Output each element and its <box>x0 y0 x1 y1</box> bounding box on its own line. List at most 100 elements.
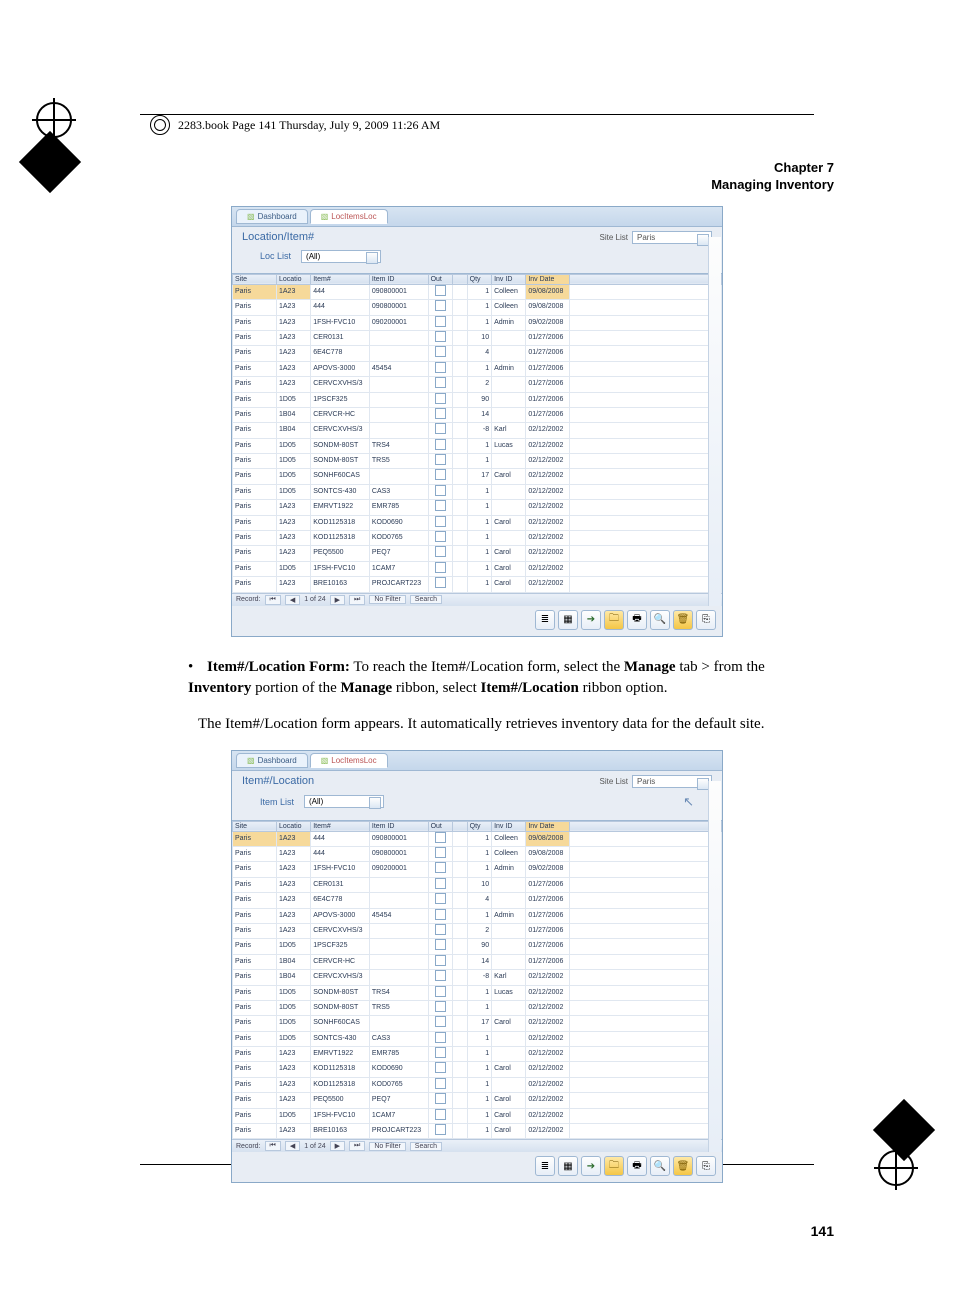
scrollbar[interactable] <box>708 237 721 606</box>
tb-preview-icon[interactable]: 🔍 <box>650 1156 670 1176</box>
table-row[interactable]: Paris1D05SONDM-80STTRS5102/12/2002 <box>233 454 722 469</box>
table-row[interactable]: Paris1D05SONTCS-430CAS3102/12/2002 <box>233 1031 722 1046</box>
chapter-title: Managing Inventory <box>120 177 834 194</box>
table-row[interactable]: Paris1A23CER01311001/27/2006 <box>233 877 722 892</box>
table-row[interactable]: Paris1A23BRE10163PROJCART2231Carol02/12/… <box>233 1124 722 1139</box>
table-row[interactable]: Paris1D05SONDM-80STTRS41Lucas02/12/2002 <box>233 985 722 1000</box>
bullet-item: Item#/Location Form: To reach the Item#/… <box>188 657 774 699</box>
item-list-dropdown[interactable]: (All) <box>304 795 384 808</box>
table-row[interactable]: Paris1A23KOD1125318KOD06901Carol02/12/20… <box>233 515 722 530</box>
table-row[interactable]: Paris1A23APOVS-3000454541Admin01/27/2006 <box>233 361 722 376</box>
screenshot-location-item: ▧Dashboard ▧LocItemsLoc Location/Item# S… <box>231 206 723 637</box>
tb-grid-icon[interactable]: ▦ <box>558 610 578 630</box>
table-row[interactable]: Paris1A23APOVS-3000454541Admin01/27/2006 <box>233 908 722 923</box>
table-row[interactable]: Paris1A23CER01311001/27/2006 <box>233 330 722 345</box>
filter-button[interactable]: No Filter <box>369 1142 405 1151</box>
table-row[interactable]: Paris1A23EMRVT1922EMR785102/12/2002 <box>233 500 722 515</box>
nav-first[interactable]: ⏮ <box>265 1141 281 1151</box>
table-row[interactable]: Paris1D05SONTCS-430CAS3102/12/2002 <box>233 484 722 499</box>
table-row[interactable]: Paris1A23CERVCXVHS/3201/27/2006 <box>233 377 722 392</box>
tab-locitemsloc[interactable]: ▧LocItemsLoc <box>310 209 388 224</box>
table-row[interactable]: Paris1B04CERVCR-HC1401/27/2006 <box>233 407 722 422</box>
nav-last[interactable]: ⏭ <box>349 595 365 605</box>
tb-exit-icon[interactable]: ⎘ <box>696 1156 716 1176</box>
table-row[interactable]: Paris1A23EMRVT1922EMR785102/12/2002 <box>233 1047 722 1062</box>
col-itemid: Item ID <box>369 821 428 831</box>
record-label: Record: <box>236 1143 261 1150</box>
scrollbar[interactable] <box>708 781 721 1153</box>
tb-exit-icon[interactable]: ⎘ <box>696 610 716 630</box>
table-row[interactable]: Paris1D05SONDM-80STTRS41Lucas02/12/2002 <box>233 438 722 453</box>
col-sort <box>453 274 468 284</box>
table-row[interactable]: Paris1A236E4C778401/27/2006 <box>233 893 722 908</box>
tb-preview-icon[interactable]: 🔍 <box>650 610 670 630</box>
col-site: Site <box>233 274 277 284</box>
filter-button[interactable]: No Filter <box>369 595 405 604</box>
table-row[interactable]: Paris1A23KOD1125318KOD06901Carol02/12/20… <box>233 1062 722 1077</box>
paragraph-followup: The Item#/Location form appears. It auto… <box>198 714 774 735</box>
table-row[interactable]: Paris1A23CERVCXVHS/3201/27/2006 <box>233 923 722 938</box>
table-row[interactable]: Paris1A234440908000011Colleen09/08/2008 <box>233 846 722 861</box>
tb-delete-icon[interactable]: 🗑 <box>673 610 693 630</box>
search-button[interactable]: Search <box>410 1142 442 1151</box>
table-row[interactable]: Paris1D05SONHF60CAS17Carol02/12/2002 <box>233 469 722 484</box>
tb-list-icon[interactable]: ≣ <box>535 610 555 630</box>
table-row[interactable]: Paris1A236E4C778401/27/2006 <box>233 346 722 361</box>
table-row[interactable]: Paris1A231FSH-FVC100902000011Admin09/02/… <box>233 315 722 330</box>
tab-locitemsloc[interactable]: ▧LocItemsLoc <box>310 753 388 768</box>
table-row[interactable]: Paris1A234440908000011Colleen09/08/2008 <box>233 831 722 846</box>
table-row[interactable]: Paris1D05SONHF60CAS17Carol02/12/2002 <box>233 1016 722 1031</box>
nav-prev[interactable]: ◀ <box>285 1141 300 1151</box>
table-row[interactable]: Paris1D05SONDM-80STTRS5102/12/2002 <box>233 1000 722 1015</box>
tb-print-icon[interactable]: 🖶 <box>627 610 647 630</box>
table-row[interactable]: Paris1B04CERVCR-HC1401/27/2006 <box>233 954 722 969</box>
data-grid-2[interactable]: Site Locatio Item# Item ID Out Qty Inv I… <box>232 820 722 1140</box>
grid-header-row[interactable]: Site Locatio Item# Item ID Out Qty Inv I… <box>233 821 722 831</box>
screenshot-item-location: ▧Dashboard ▧LocItemsLoc Item#/Location S… <box>231 750 723 1184</box>
table-row[interactable]: Paris1A234440908000011Colleen09/08/2008 <box>233 284 722 299</box>
tb-print-icon[interactable]: 🖶 <box>627 1156 647 1176</box>
table-row[interactable]: Paris1A23PEQ5500PEQ71Carol02/12/2002 <box>233 546 722 561</box>
nav-next[interactable]: ▶ <box>330 595 345 605</box>
tb-folder-icon[interactable]: 🗀 <box>604 1156 624 1176</box>
tb-folder-icon[interactable]: 🗀 <box>604 610 624 630</box>
printer-block-right <box>873 1099 935 1161</box>
loc-list-label: Loc List <box>260 251 291 261</box>
cursor-icon: ↖ <box>683 794 694 810</box>
table-row[interactable]: Paris1A23KOD1125318KOD0765102/12/2002 <box>233 1077 722 1092</box>
tb-list-icon[interactable]: ≣ <box>535 1156 555 1176</box>
site-dropdown[interactable]: Paris <box>632 231 712 244</box>
loc-list-dropdown[interactable]: (All) <box>301 250 381 263</box>
nav-last[interactable]: ⏭ <box>349 1141 365 1151</box>
table-row[interactable]: Paris1A231FSH-FVC100902000011Admin09/02/… <box>233 862 722 877</box>
tab-dashboard[interactable]: ▧Dashboard <box>236 753 308 768</box>
form-title: Location/Item# <box>242 231 314 243</box>
item-list-label: Item List <box>260 797 294 807</box>
table-row[interactable]: Paris1B04CERVCXVHS/3-8Karl02/12/2002 <box>233 423 722 438</box>
tb-grid-icon[interactable]: ▦ <box>558 1156 578 1176</box>
search-button[interactable]: Search <box>410 595 442 604</box>
table-row[interactable]: Paris1D051PSCF3259001/27/2006 <box>233 392 722 407</box>
tb-go-icon[interactable]: ➔ <box>581 1156 601 1176</box>
table-row[interactable]: Paris1A23PEQ5500PEQ71Carol02/12/2002 <box>233 1093 722 1108</box>
book-icon <box>150 115 170 135</box>
table-row[interactable]: Paris1A234440908000011Colleen09/08/2008 <box>233 300 722 315</box>
tb-delete-icon[interactable]: 🗑 <box>673 1156 693 1176</box>
table-row[interactable]: Paris1A23KOD1125318KOD0765102/12/2002 <box>233 531 722 546</box>
nav-first[interactable]: ⏮ <box>265 595 281 605</box>
data-grid-1[interactable]: Site Locatio Item# Item ID Out Qty Inv I… <box>232 273 722 593</box>
site-dropdown[interactable]: Paris <box>632 775 712 788</box>
grid-header-row[interactable]: Site Locatio Item# Item ID Out Qty Inv I… <box>233 274 722 284</box>
col-inv: Inv ID <box>492 274 526 284</box>
table-row[interactable]: Paris1D051FSH-FVC101CAM71Carol02/12/2002 <box>233 561 722 576</box>
table-row[interactable]: Paris1A23BRE10163PROJCART2231Carol02/12/… <box>233 577 722 592</box>
table-row[interactable]: Paris1D051PSCF3259001/27/2006 <box>233 939 722 954</box>
table-row[interactable]: Paris1B04CERVCXVHS/3-8Karl02/12/2002 <box>233 970 722 985</box>
col-qty: Qty <box>467 821 491 831</box>
nav-prev[interactable]: ◀ <box>285 595 300 605</box>
tab-dashboard[interactable]: ▧Dashboard <box>236 209 308 224</box>
nav-next[interactable]: ▶ <box>330 1141 345 1151</box>
table-row[interactable]: Paris1D051FSH-FVC101CAM71Carol02/12/2002 <box>233 1108 722 1123</box>
tb-go-icon[interactable]: ➔ <box>581 610 601 630</box>
col-site: Site <box>233 821 277 831</box>
